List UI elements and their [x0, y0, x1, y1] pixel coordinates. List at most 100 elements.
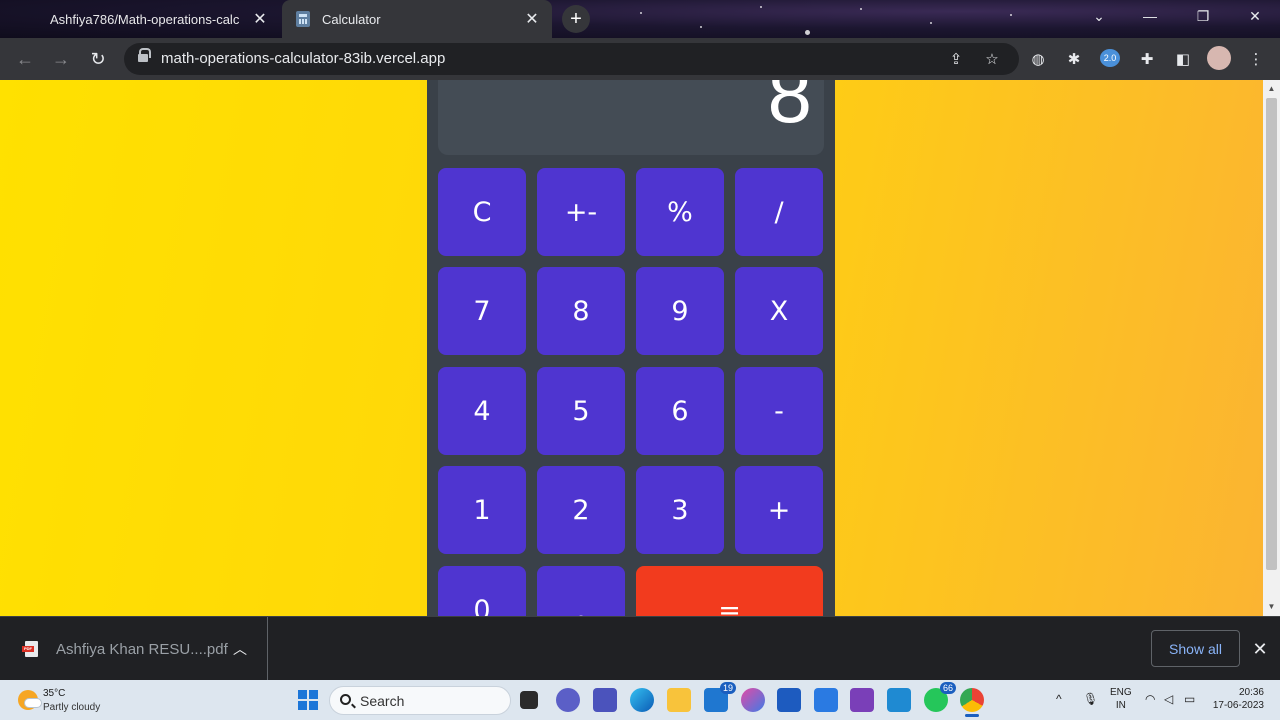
windows-taskbar: 35°C Partly cloudy Search 19 66 ^ 🎙 ENG …	[0, 680, 1280, 720]
tab-search-chevron-icon[interactable]: ⌄	[1076, 0, 1122, 32]
key-add[interactable]: +	[735, 466, 823, 554]
download-file-name[interactable]: Ashfiya Khan RESU....pdf	[56, 641, 228, 658]
wallpaper-star	[805, 30, 810, 35]
key-subtract[interactable]: -	[735, 367, 823, 455]
word-icon[interactable]	[777, 688, 801, 712]
display-value: 8	[767, 80, 813, 139]
menu-kebab-icon[interactable]: ⋮	[1246, 49, 1266, 69]
search-label: Search	[360, 693, 405, 709]
calculator: 8 C +- % / 7 8 9 X 4 5 6 - 1 2 3 + 0 . =	[427, 80, 835, 616]
key-4[interactable]: 4	[438, 367, 526, 455]
chevron-up-icon[interactable]: ︿	[233, 639, 247, 659]
task-view-icon[interactable]	[520, 691, 538, 709]
show-all-button[interactable]: Show all	[1151, 630, 1240, 667]
close-icon[interactable]: ✕	[522, 9, 542, 29]
wallpaper-star	[700, 26, 702, 28]
chevron-up-tray-icon[interactable]: ^	[1056, 692, 1062, 706]
scroll-down-arrow-icon[interactable]: ▼	[1266, 601, 1277, 613]
bug-extension-icon[interactable]: ✱	[1064, 49, 1084, 69]
wallpaper-star	[860, 8, 862, 10]
weather-temperature: 35°C	[43, 688, 66, 699]
window-close-button[interactable]: ✕	[1232, 0, 1278, 32]
download-shelf: PDF Ashfiya Khan RESU....pdf ︿ Show all …	[0, 616, 1280, 681]
scrollbar-thumb[interactable]	[1266, 98, 1277, 570]
tab-github[interactable]: Ashfiya786/Math-operations-calc ✕	[8, 0, 280, 38]
system-clock[interactable]: 20:36 17-06-2023	[1210, 686, 1264, 712]
close-shelf-icon[interactable]: ✕	[1250, 639, 1270, 659]
key-6[interactable]: 6	[636, 367, 724, 455]
wifi-icon[interactable]: ◠	[1145, 692, 1155, 706]
url-text[interactable]: math-operations-calculator-83ib.vercel.a…	[161, 50, 445, 67]
pdf-file-icon: PDF	[22, 641, 38, 657]
key-percent[interactable]: %	[636, 168, 724, 256]
back-arrow-icon[interactable]: ←	[12, 46, 38, 72]
wallpaper-star	[760, 6, 762, 8]
clock-date: 17-06-2023	[1212, 700, 1264, 711]
clock-time: 20:36	[1238, 687, 1264, 698]
wallpaper-star	[930, 22, 932, 24]
close-icon[interactable]: ✕	[250, 9, 270, 29]
tab-title: Calculator	[322, 11, 381, 27]
mail-icon[interactable]: 19	[704, 682, 736, 712]
chat-icon[interactable]	[556, 688, 580, 712]
chrome-icon[interactable]	[960, 688, 984, 717]
minimize-button[interactable]: —	[1127, 0, 1173, 32]
globe-extension-icon[interactable]: ◍	[1028, 49, 1048, 69]
edge-icon[interactable]	[630, 688, 654, 712]
download-item[interactable]: PDF Ashfiya Khan RESU....pdf ︿	[0, 617, 268, 681]
share-icon[interactable]: ⇪	[946, 49, 966, 69]
volume-icon[interactable]: ◁	[1164, 692, 1173, 706]
restore-button[interactable]: ❐	[1180, 0, 1226, 32]
key-5[interactable]: 5	[537, 367, 625, 455]
vscode-icon[interactable]	[887, 688, 911, 712]
teams-icon[interactable]	[593, 688, 617, 712]
reload-icon[interactable]: ↻	[85, 46, 111, 72]
language-code: ENG	[1110, 687, 1132, 698]
wallpaper-star	[1010, 14, 1012, 16]
calculator-display: 8	[438, 80, 824, 155]
forward-arrow-icon[interactable]: →	[48, 46, 74, 72]
taskbar-search[interactable]: Search	[329, 686, 511, 715]
key-9[interactable]: 9	[636, 267, 724, 355]
key-divide[interactable]: /	[735, 168, 823, 256]
side-panel-icon[interactable]: ◧	[1173, 49, 1193, 69]
extension-badge-icon[interactable]: 2.0	[1100, 49, 1120, 67]
onenote-icon[interactable]	[850, 688, 874, 712]
key-7[interactable]: 7	[438, 267, 526, 355]
key-3[interactable]: 3	[636, 466, 724, 554]
new-tab-button[interactable]: +	[562, 5, 590, 33]
key-1[interactable]: 1	[438, 466, 526, 554]
extensions-puzzle-icon[interactable]: ✚	[1137, 49, 1157, 69]
file-explorer-icon[interactable]	[667, 688, 691, 712]
bookmark-star-icon[interactable]: ☆	[982, 49, 1002, 69]
key-2[interactable]: 2	[537, 466, 625, 554]
address-bar[interactable]: math-operations-calculator-83ib.vercel.a…	[124, 43, 1019, 75]
page-viewport: 8 C +- % / 7 8 9 X 4 5 6 - 1 2 3 + 0 . =	[0, 80, 1263, 616]
key-0[interactable]: 0	[438, 566, 526, 616]
browser-toolbar: ← → ↻ math-operations-calculator-83ib.ve…	[0, 38, 1280, 80]
browser-tab-strip: Ashfiya786/Math-operations-calc ✕ Calcul…	[0, 0, 1280, 38]
page-scrollbar[interactable]: ▲ ▼	[1263, 80, 1280, 616]
copilot-icon[interactable]	[741, 688, 765, 712]
profile-avatar[interactable]	[1207, 46, 1231, 70]
tab-calculator[interactable]: Calculator ✕	[282, 0, 552, 38]
key-8[interactable]: 8	[537, 267, 625, 355]
key-equals[interactable]: =	[636, 566, 823, 616]
language-indicator[interactable]: ENG IN	[1110, 686, 1132, 712]
search-icon	[340, 694, 351, 705]
windows-start-icon[interactable]	[298, 690, 318, 710]
key-clear[interactable]: C	[438, 168, 526, 256]
store-icon[interactable]	[814, 688, 838, 712]
lock-icon[interactable]	[138, 48, 151, 62]
key-multiply[interactable]: X	[735, 267, 823, 355]
cloud-icon	[24, 698, 42, 708]
key-decimal[interactable]: .	[537, 566, 625, 616]
key-sign[interactable]: +-	[537, 168, 625, 256]
battery-icon[interactable]: ▭	[1184, 692, 1195, 706]
whatsapp-icon[interactable]: 66	[924, 682, 956, 712]
scroll-up-arrow-icon[interactable]: ▲	[1266, 83, 1277, 95]
mail-badge: 19	[719, 682, 736, 694]
microphone-icon[interactable]: 🎙	[1083, 692, 1098, 706]
whatsapp-badge: 66	[939, 682, 956, 694]
calculator-favicon-icon	[296, 11, 310, 27]
